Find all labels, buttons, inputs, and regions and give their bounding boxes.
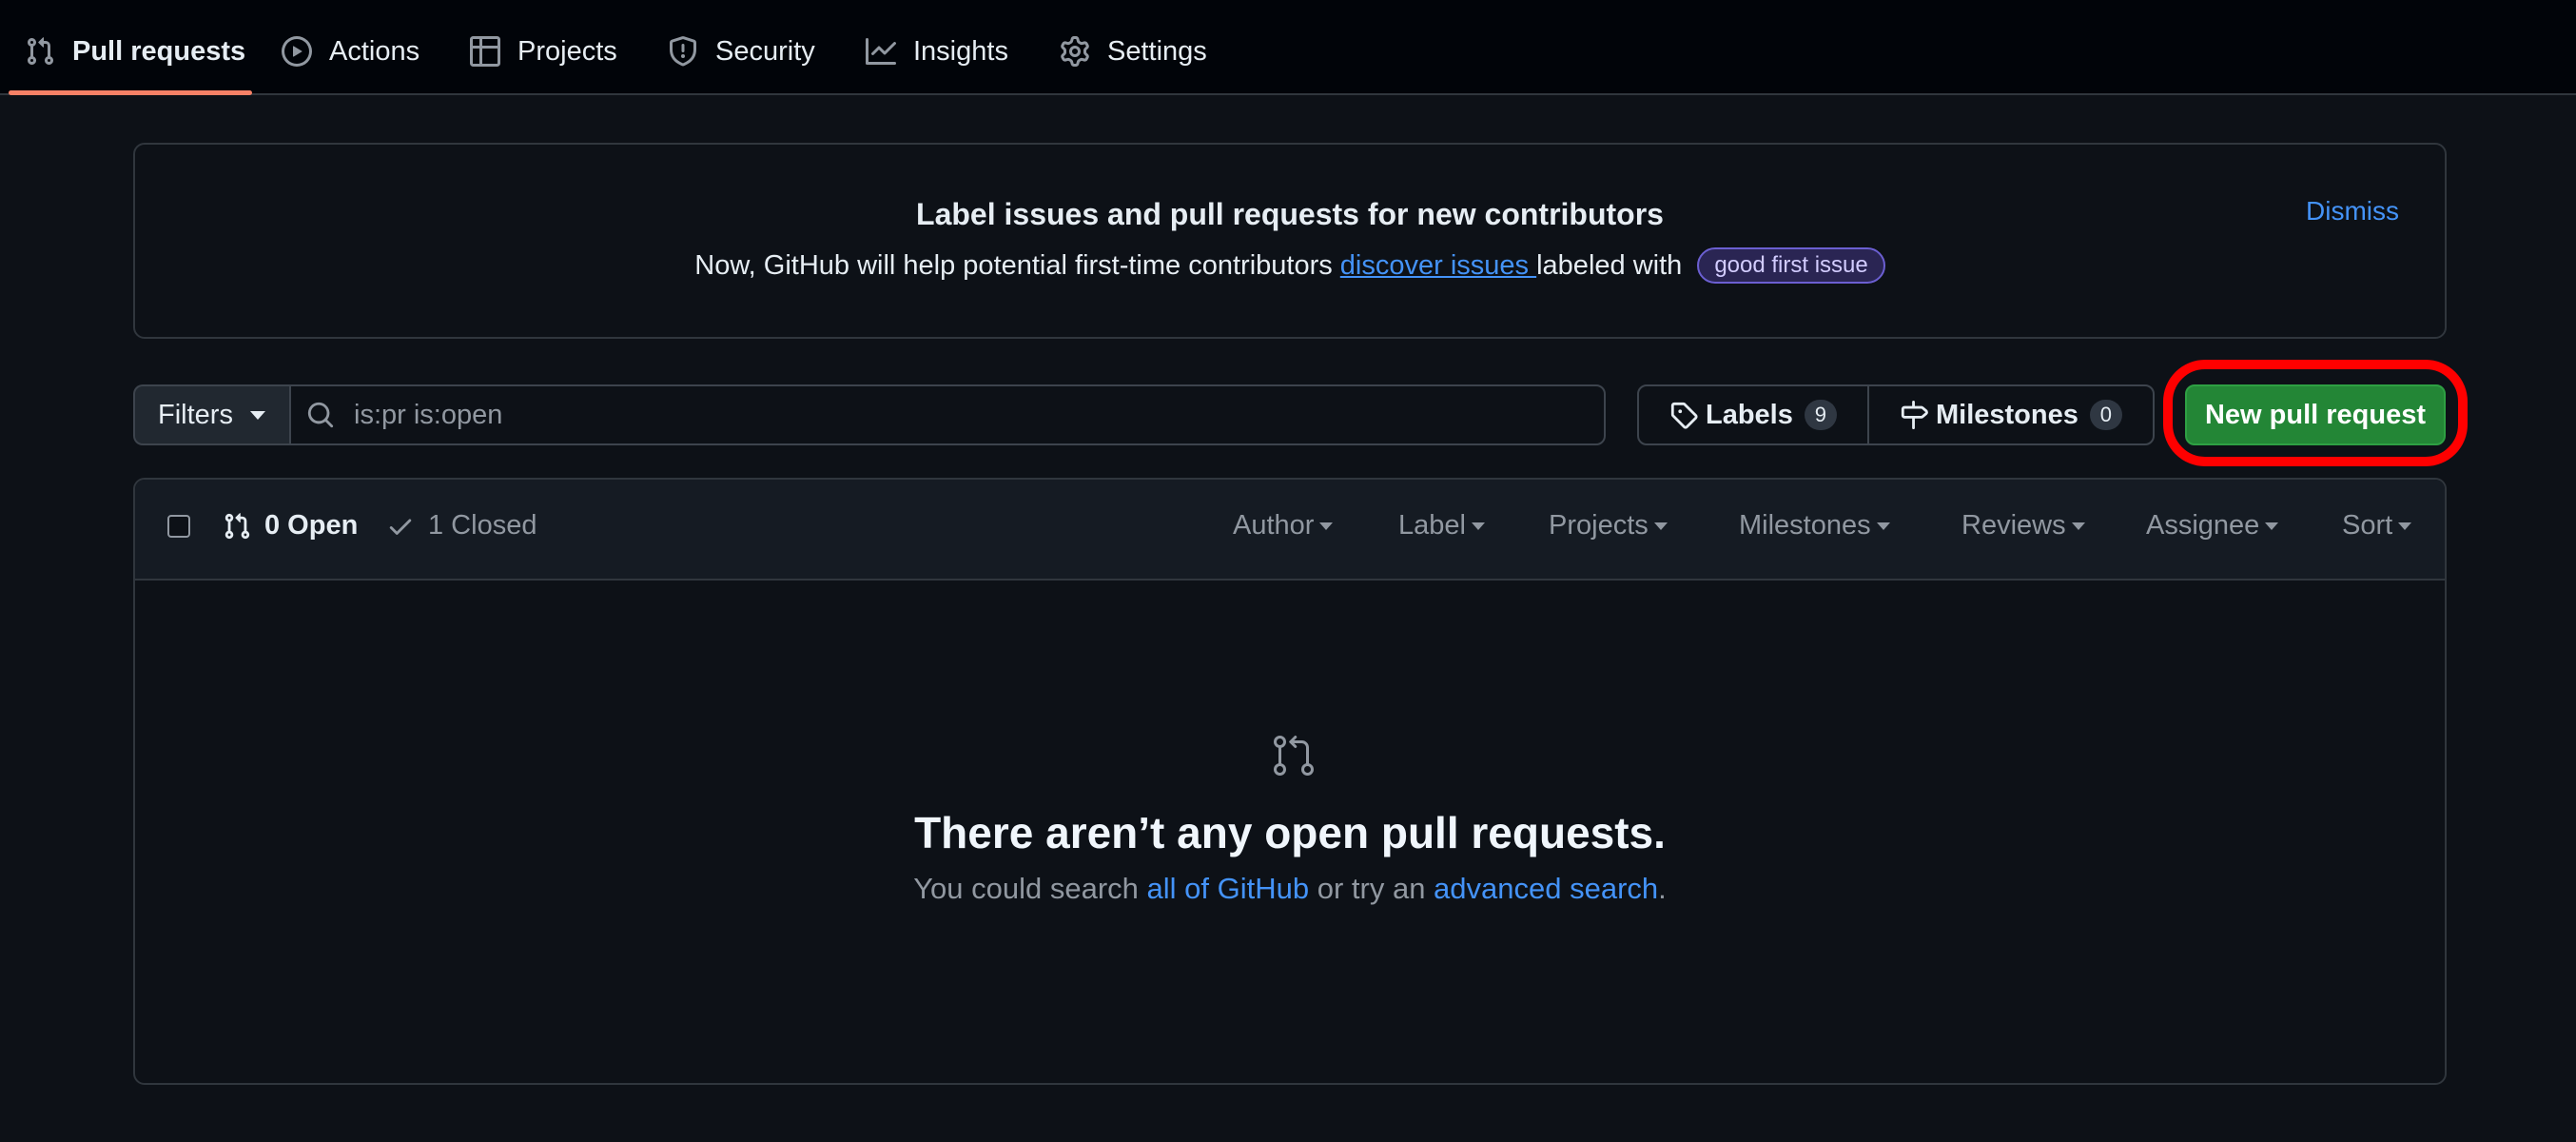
tab-label: Settings xyxy=(1107,35,1207,67)
sort-filter[interactable]: Sort xyxy=(2342,510,2412,541)
chevron-down-icon xyxy=(2071,522,2085,530)
author-filter-label: Author xyxy=(1233,510,1315,541)
empty-state-title: There aren’t any open pull requests. xyxy=(914,808,1666,857)
tab-pull-requests[interactable]: Pull requests xyxy=(25,21,245,82)
all-of-github-link[interactable]: all of GitHub xyxy=(1147,872,1310,905)
banner-text-start: Now, GitHub will help potential first-ti… xyxy=(694,250,1340,281)
milestones-button[interactable]: Milestones 0 xyxy=(1869,386,2122,443)
repo-nav: Pull requests Actions Projects Security … xyxy=(0,0,2576,95)
chevron-down-icon xyxy=(1653,522,1668,530)
dismiss-button[interactable]: Dismiss xyxy=(2306,196,2399,226)
tab-settings[interactable]: Settings xyxy=(1060,21,1207,82)
chevron-down-icon xyxy=(2265,522,2279,530)
open-filter[interactable]: 0 Open xyxy=(223,510,358,541)
empty-text-part: or try an xyxy=(1309,872,1434,905)
play-icon xyxy=(282,36,312,67)
chevron-down-icon xyxy=(2398,522,2412,530)
new-contributors-banner: Label issues and pull requests for new c… xyxy=(133,143,2447,339)
pull-request-list: 0 Open 1 Closed Author Label Projects Mi… xyxy=(133,478,2447,1085)
labels-count: 9 xyxy=(1804,400,1837,430)
banner-title: Label issues and pull requests for new c… xyxy=(916,197,1664,231)
select-all-checkbox[interactable] xyxy=(167,515,190,538)
table-icon xyxy=(470,36,500,67)
assignee-filter-label: Assignee xyxy=(2146,510,2260,541)
author-filter[interactable]: Author xyxy=(1233,510,1334,541)
tag-icon xyxy=(1670,402,1698,429)
empty-text-part: . xyxy=(1658,872,1667,905)
milestones-filter-label: Milestones xyxy=(1739,510,1871,541)
milestones-count: 0 xyxy=(2089,400,2122,430)
advanced-search-link[interactable]: advanced search xyxy=(1434,872,1658,905)
tab-label: Pull requests xyxy=(72,35,246,67)
chevron-down-icon xyxy=(249,410,265,420)
labels-button[interactable]: Labels 9 xyxy=(1639,386,1869,443)
tab-label: Security xyxy=(715,35,815,67)
chevron-down-icon xyxy=(1876,522,1890,530)
reviews-filter[interactable]: Reviews xyxy=(1961,510,2085,541)
graph-icon xyxy=(866,38,896,65)
projects-filter-label: Projects xyxy=(1549,510,1649,541)
closed-filter[interactable]: 1 Closed xyxy=(386,510,537,541)
search-field[interactable] xyxy=(289,384,1606,445)
filters-label: Filters xyxy=(158,399,233,430)
active-tab-underline xyxy=(9,90,252,95)
milestone-icon xyxy=(1901,401,1928,429)
shield-icon xyxy=(670,36,696,67)
assignee-filter[interactable]: Assignee xyxy=(2146,510,2279,541)
search-icon xyxy=(307,402,334,428)
banner-text-end: labeled with xyxy=(1536,250,1683,281)
empty-text-part: You could search xyxy=(913,872,1147,905)
banner-text: Now, GitHub will help potential first-ti… xyxy=(135,247,2445,284)
search-input[interactable] xyxy=(352,398,1573,432)
gear-icon xyxy=(1061,36,1089,67)
empty-state-text: You could search all of GitHub or try an… xyxy=(135,872,2445,906)
chevron-down-icon xyxy=(1471,522,1485,530)
tab-label: Insights xyxy=(913,35,1008,67)
milestones-label: Milestones xyxy=(1936,399,2078,430)
projects-filter[interactable]: Projects xyxy=(1549,510,1668,541)
tab-label: Actions xyxy=(329,35,420,67)
new-pull-request-button[interactable]: New pull request xyxy=(2185,384,2446,445)
chevron-down-icon xyxy=(1319,522,1334,530)
tab-actions[interactable]: Actions xyxy=(282,21,420,82)
list-header: 0 Open 1 Closed Author Label Projects Mi… xyxy=(135,480,2445,581)
tab-insights[interactable]: Insights xyxy=(866,21,1008,82)
discover-issues-link[interactable]: discover issues xyxy=(1340,250,1536,281)
git-pull-request-icon xyxy=(27,37,54,66)
check-icon xyxy=(389,519,412,535)
tab-projects[interactable]: Projects xyxy=(470,21,617,82)
reviews-filter-label: Reviews xyxy=(1961,510,2066,541)
sort-filter-label: Sort xyxy=(2342,510,2393,541)
git-pull-request-icon xyxy=(1274,736,1314,776)
label-filter-label: Label xyxy=(1398,510,1466,541)
labels-milestones-group: Labels 9 Milestones 0 xyxy=(1637,384,2155,445)
labels-label: Labels xyxy=(1706,399,1793,430)
closed-count: 1 Closed xyxy=(428,510,537,541)
good-first-issue-label: good first issue xyxy=(1697,247,1885,284)
filters-button[interactable]: Filters xyxy=(133,384,291,445)
milestones-filter[interactable]: Milestones xyxy=(1739,510,1890,541)
open-count: 0 Open xyxy=(264,510,359,541)
label-filter[interactable]: Label xyxy=(1398,510,1485,541)
tab-security[interactable]: Security xyxy=(668,21,815,82)
git-pull-request-icon xyxy=(224,512,250,539)
tab-label: Projects xyxy=(517,35,617,67)
